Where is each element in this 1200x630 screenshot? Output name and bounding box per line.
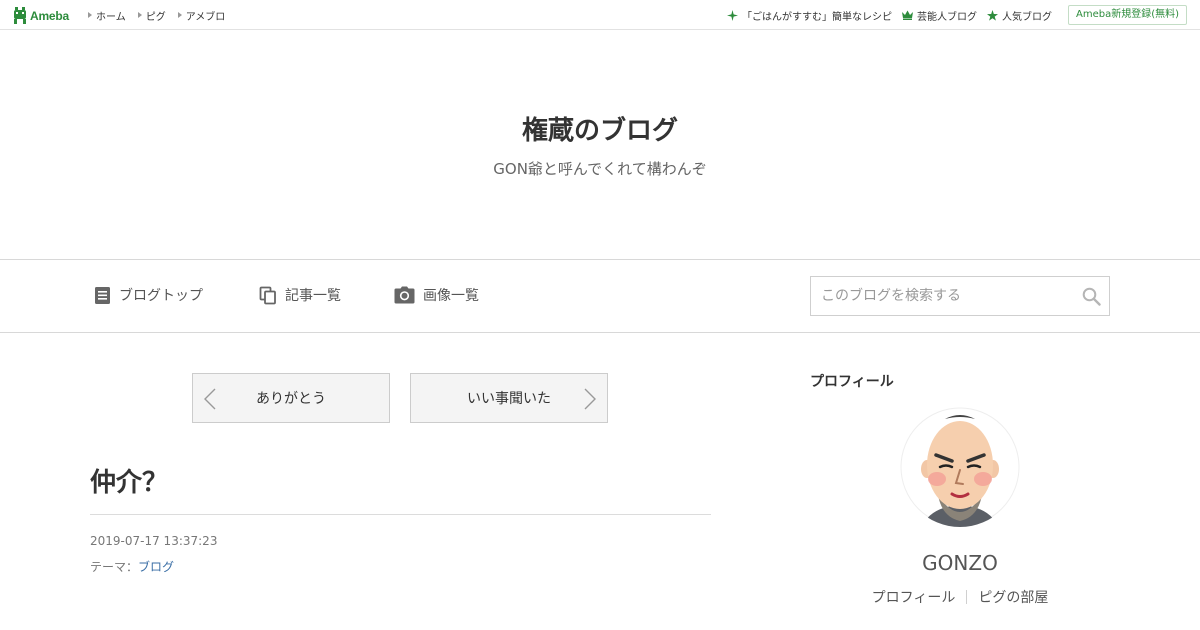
next-article-button[interactable]: いい事聞いた — [410, 373, 608, 423]
ameba-logo[interactable]: Ameba — [13, 7, 69, 24]
tab-article-list-label: 記事一覧 — [285, 288, 341, 304]
nav-home[interactable]: ホーム — [88, 8, 126, 23]
article-date: 2019-07-17 13:37:23 — [90, 534, 218, 548]
tab-blog-top-label: ブログトップ — [119, 288, 203, 304]
tab-blog-top[interactable]: ブログトップ — [94, 285, 203, 305]
global-header: Ameba ホーム ピグ アメブロ 「ごはんがすすむ」簡単なレシピ 芸能人ブログ… — [0, 0, 1200, 30]
profile-name[interactable]: GONZO — [810, 551, 1110, 575]
signup-button[interactable]: Ameba新規登録(無料) — [1067, 5, 1187, 25]
celebrity-blog-label: 芸能人ブログ — [916, 11, 977, 23]
chevron-left-icon — [204, 388, 216, 410]
profile-link[interactable]: プロフィール — [872, 587, 956, 607]
nav-ameblo[interactable]: アメブロ — [177, 8, 226, 23]
crown-icon — [901, 10, 913, 20]
nav-pigg-label: ピグ — [145, 11, 166, 23]
recipe-link-label: 「ごはんがすすむ」簡単なレシピ — [741, 11, 892, 23]
blog-title[interactable]: 権蔵のブログ — [0, 110, 1200, 147]
prev-article-label: ありがとう — [256, 391, 326, 407]
link-separator — [966, 590, 968, 604]
avatar[interactable] — [900, 407, 1020, 527]
tab-image-list-label: 画像一覧 — [423, 288, 479, 304]
nav-home-label: ホーム — [96, 11, 126, 23]
pigg-room-link[interactable]: ピグの部屋 — [978, 587, 1048, 607]
caret-right-icon — [137, 12, 142, 18]
chevron-right-icon — [584, 388, 596, 410]
avatar-image — [900, 407, 1020, 527]
blog-search-input[interactable] — [811, 277, 1081, 315]
theme-label: テーマ： — [90, 560, 139, 574]
tab-image-list[interactable]: 画像一覧 — [394, 285, 479, 305]
recipe-link[interactable]: 「ごはんがすすむ」簡単なレシピ — [726, 8, 892, 23]
blog-description: GON爺と呼んでくれて構わんぞ — [493, 160, 707, 178]
logo-text: Ameba — [30, 8, 70, 23]
profile-heading: プロフィール — [810, 374, 894, 390]
popular-blog-link[interactable]: 人気ブログ — [986, 8, 1052, 23]
nav-ameblo-label: アメブロ — [185, 11, 226, 23]
article-theme: テーマ： ブログ — [90, 558, 174, 575]
global-nav: ホーム ピグ アメブロ — [88, 0, 237, 30]
blog-search — [810, 276, 1110, 316]
copy-icon — [259, 286, 276, 304]
theme-link[interactable]: ブログ — [138, 558, 174, 575]
document-icon — [95, 286, 110, 304]
blog-nav: ブログトップ 記事一覧 画像一覧 — [0, 259, 1200, 333]
camera-icon — [394, 286, 415, 304]
article-divider — [90, 514, 711, 515]
article-title[interactable]: 仲介？ — [90, 462, 168, 499]
nav-pigg[interactable]: ピグ — [137, 8, 166, 23]
sparkle-icon — [726, 9, 738, 21]
tab-article-list[interactable]: 記事一覧 — [259, 285, 341, 305]
prev-article-button[interactable]: ありがとう — [192, 373, 390, 423]
popular-blog-label: 人気ブログ — [1001, 11, 1052, 23]
search-icon[interactable] — [1082, 287, 1101, 306]
celebrity-blog-link[interactable]: 芸能人ブログ — [901, 8, 977, 23]
header-right-links: 「ごはんがすすむ」簡単なレシピ 芸能人ブログ 人気ブログ Ameba新規登録(無… — [717, 0, 1187, 30]
ameba-logo-icon — [14, 7, 26, 24]
profile-links: プロフィール ピグの部屋 — [810, 587, 1110, 607]
caret-right-icon — [88, 12, 92, 18]
star-icon — [986, 9, 998, 21]
next-article-label: いい事聞いた — [467, 391, 551, 407]
caret-right-icon — [177, 12, 182, 18]
